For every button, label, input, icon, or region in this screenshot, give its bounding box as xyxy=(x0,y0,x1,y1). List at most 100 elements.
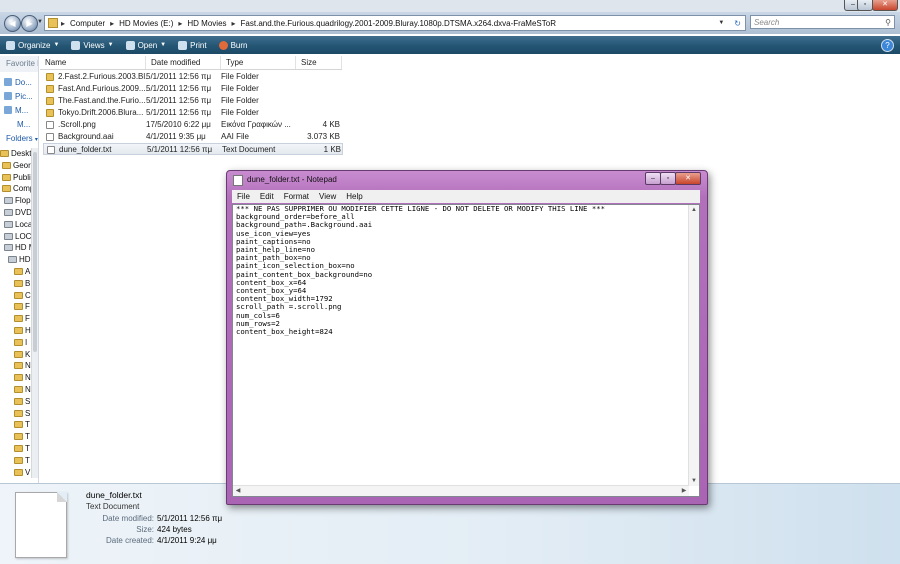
file-name: .Scroll.png xyxy=(58,120,96,129)
folder-tree-item[interactable]: I xyxy=(14,337,27,348)
folder-tree-item[interactable]: C xyxy=(14,290,31,301)
folder-tree-item[interactable]: Loca xyxy=(4,219,32,230)
organize-button[interactable]: Organize ▼ xyxy=(6,40,60,50)
file-row[interactable]: 2.Fast.2.Furious.2003.Bl... 5/1/2011 12:5… xyxy=(43,71,343,83)
close-button[interactable]: ✕ xyxy=(872,0,898,11)
menu-edit[interactable]: Edit xyxy=(255,192,279,201)
folder-icon xyxy=(0,150,9,157)
folder-tree-item[interactable]: S xyxy=(14,408,30,419)
notepad-horizontal-scrollbar[interactable]: ◀ ▶ xyxy=(233,485,689,496)
column-header-date-modified[interactable]: Date modified xyxy=(146,56,221,69)
file-row[interactable]: Fast.And.Furious.2009.... 5/1/2011 12:56 … xyxy=(43,83,343,95)
column-header-type[interactable]: Type xyxy=(221,56,296,69)
notepad-vertical-scrollbar[interactable]: ▲ ▼ xyxy=(688,205,699,486)
folder-tree-label: Loca xyxy=(15,219,33,229)
folder-tree-item[interactable]: A xyxy=(14,266,30,277)
recent-pages-dropdown-icon[interactable]: ▼ xyxy=(37,19,43,25)
maximize-button[interactable]: ▫ xyxy=(857,0,873,11)
breadcrumb-current-folder[interactable]: Fast.and.the.Furious.quadrilogy.2001-200… xyxy=(239,19,558,28)
folder-tree-item[interactable]: LOC xyxy=(4,231,31,242)
file-name: Tokyo.Drift.2006.Blura... xyxy=(58,108,144,117)
scroll-down-icon[interactable]: ▼ xyxy=(689,476,699,486)
file-date: 17/5/2010 6:22 μμ xyxy=(146,120,211,129)
chevron-down-icon: ▼ xyxy=(53,42,60,48)
file-icon xyxy=(46,133,54,141)
back-button[interactable]: ◀ xyxy=(4,15,21,32)
scroll-left-icon[interactable]: ◀ xyxy=(233,486,243,496)
address-bar[interactable]: ▸ Computer ▸ HD Movies (E:) ▸ HD Movies … xyxy=(44,15,746,31)
menu-view[interactable]: View xyxy=(314,192,341,201)
search-icon[interactable]: ⚲ xyxy=(885,16,891,30)
scroll-right-icon[interactable]: ▶ xyxy=(679,486,689,496)
views-button[interactable]: Views ▼ xyxy=(71,40,114,50)
notepad-maximize-button[interactable]: ▫ xyxy=(660,172,676,185)
folder-icon xyxy=(2,185,11,193)
folder-tree-item[interactable]: Public xyxy=(2,172,35,183)
notepad-window[interactable]: dune_folder.txt - Notepad – ▫ ✕ File Edi… xyxy=(226,170,708,505)
details-date-created-value: 4/1/2011 9:24 μμ xyxy=(157,536,217,545)
search-input[interactable]: Search ⚲ xyxy=(750,15,895,29)
folder-tree-item[interactable]: V xyxy=(14,467,30,478)
favorite-link-pictures[interactable]: Pic... xyxy=(4,90,33,102)
address-dropdown-icon[interactable]: ▼ xyxy=(716,20,726,26)
notepad-title-bar[interactable]: dune_folder.txt - Notepad xyxy=(233,173,337,187)
folders-header[interactable]: Folders ▾ xyxy=(0,134,38,146)
folder-tree-item[interactable]: T xyxy=(14,419,30,430)
favorite-link-documents[interactable]: Do... xyxy=(4,76,32,88)
file-row[interactable]: .Scroll.png 17/5/2010 6:22 μμ Εικόνα Γραφι… xyxy=(43,119,343,131)
file-row[interactable]: Background.aai 4/1/2011 9:35 μμ AAI File 3.… xyxy=(43,131,343,143)
folder-tree-item[interactable]: N xyxy=(14,372,31,383)
favorite-link-more[interactable]: M... xyxy=(17,118,30,130)
file-date: 5/1/2011 12:56 πμ xyxy=(147,145,213,154)
file-name: 2.Fast.2.Furious.2003.Bl... xyxy=(58,72,148,81)
drive-icon xyxy=(4,232,13,240)
folder-tree-item[interactable]: N xyxy=(14,384,31,395)
folder-tree-item[interactable]: K xyxy=(14,349,30,360)
folder-tree-item[interactable]: T xyxy=(14,431,30,442)
folder-tree-item[interactable]: F xyxy=(14,301,30,312)
chevron-down-icon: ▾ xyxy=(34,137,38,143)
folder-tree-item[interactable]: HD xyxy=(8,254,31,265)
help-icon[interactable]: ? xyxy=(881,39,894,52)
organize-icon xyxy=(6,40,15,50)
folder-tree-item[interactable]: S xyxy=(14,396,30,407)
menu-file[interactable]: File xyxy=(232,192,255,201)
forward-button[interactable]: ▶ xyxy=(21,15,38,32)
menu-help[interactable]: Help xyxy=(341,192,367,201)
refresh-icon[interactable]: ↻ xyxy=(732,19,743,28)
favorite-link-music[interactable]: M... xyxy=(4,104,28,116)
scroll-up-icon[interactable]: ▲ xyxy=(689,205,699,215)
folder-tree-item[interactable]: DVD xyxy=(4,207,32,218)
file-row[interactable]: The.Fast.and.the.Furio... 5/1/2011 12:56 … xyxy=(43,95,343,107)
folder-tree-label: S xyxy=(25,408,31,418)
notepad-minimize-button[interactable]: – xyxy=(645,172,661,185)
file-row[interactable]: Tokyo.Drift.2006.Blura... 5/1/2011 12:56 … xyxy=(43,107,343,119)
burn-disc-icon xyxy=(218,40,228,50)
folder-tree-item[interactable]: T xyxy=(14,443,30,454)
burn-button[interactable]: Burn xyxy=(218,40,247,50)
column-header-size[interactable]: Size xyxy=(296,56,342,69)
file-row[interactable]: dune_folder.txt 5/1/2011 12:56 πμ Text Doc… xyxy=(43,143,343,155)
folder-tree-item[interactable]: B xyxy=(14,278,30,289)
breadcrumb-drive[interactable]: HD Movies (E:) xyxy=(117,19,175,28)
folder-tree-item[interactable]: H xyxy=(14,325,31,336)
file-type: AAI File xyxy=(221,132,250,141)
folder-tree-label: F xyxy=(25,302,30,312)
folder-tree-item[interactable]: N xyxy=(14,360,31,371)
notepad-line: content_box_height=824 xyxy=(236,327,333,337)
file-date: 5/1/2011 12:56 πμ xyxy=(146,84,212,93)
column-header-name[interactable]: Name xyxy=(40,56,146,69)
navigation-scrollbar[interactable] xyxy=(31,148,38,478)
folder-tree-item[interactable]: F xyxy=(14,313,30,324)
open-button[interactable]: Open ▼ xyxy=(125,40,166,50)
details-filetype: Text Document xyxy=(86,502,140,511)
breadcrumb-hd-movies[interactable]: HD Movies xyxy=(185,19,228,28)
breadcrumb-computer[interactable]: Computer xyxy=(68,19,107,28)
notepad-close-button[interactable]: ✕ xyxy=(675,172,701,185)
scrollbar-thumb[interactable] xyxy=(33,152,37,352)
menu-format[interactable]: Format xyxy=(279,192,314,201)
folder-tree-item[interactable]: T xyxy=(14,455,30,466)
notepad-title: dune_folder.txt - Notepad xyxy=(247,175,337,184)
print-button[interactable]: Print xyxy=(178,40,207,50)
notepad-text-area[interactable]: *** NE PAS SUPPRIMER OU MODIFIER CETTE L… xyxy=(232,204,700,497)
